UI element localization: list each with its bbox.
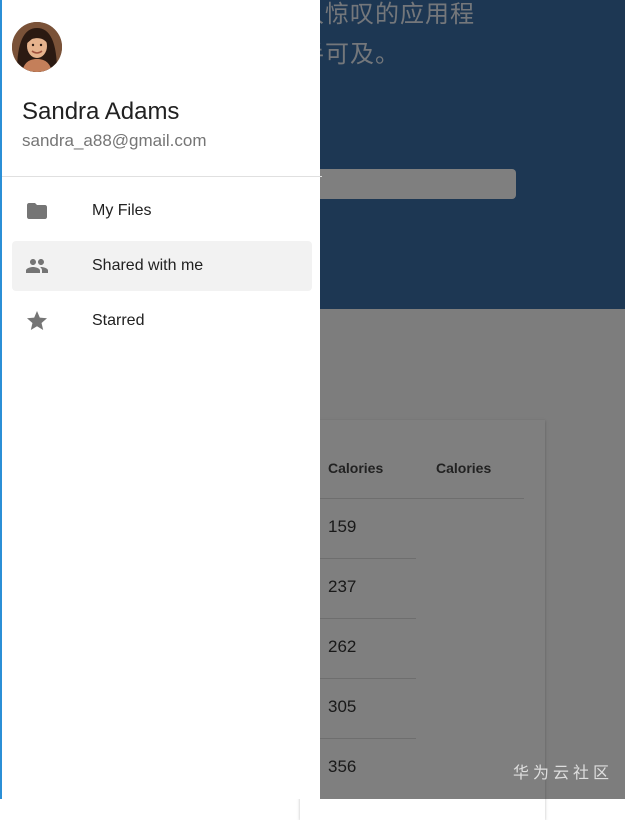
avatar[interactable] [12, 22, 62, 72]
folder-icon [27, 203, 47, 219]
nav-item-my-files[interactable]: My Files [12, 186, 312, 236]
star-icon [27, 311, 47, 330]
people-icon [26, 259, 48, 273]
nav-label-my-files: My Files [92, 202, 152, 219]
nav-label-starred: Starred [92, 312, 145, 329]
nav-item-shared-with-me[interactable]: Shared with me [12, 241, 312, 291]
nav-item-starred[interactable]: Starred [12, 296, 312, 346]
user-name: Sandra Adams [22, 98, 180, 125]
nav-label-shared-with-me: Shared with me [92, 257, 204, 274]
watermark: 华为云社区 [512, 765, 613, 782]
drawer-divider [2, 176, 322, 177]
user-email: sandra_a88@gmail.com [22, 131, 207, 150]
navigation-drawer: Sandra Adams sandra_a88@gmail.com My Fil… [0, 0, 322, 799]
